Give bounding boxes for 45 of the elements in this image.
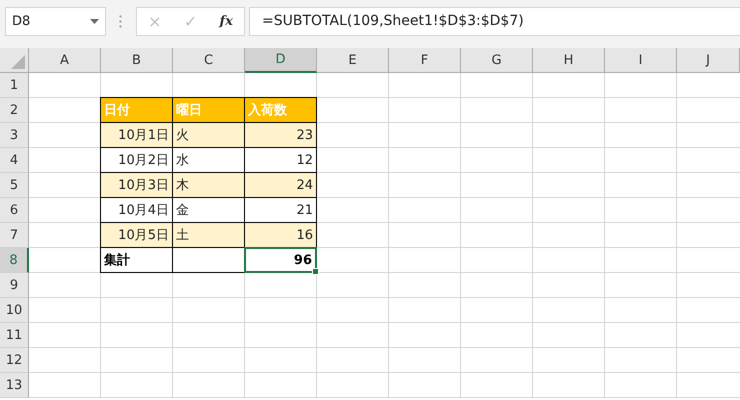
table-cell: 木: [172, 172, 245, 198]
row-header[interactable]: 8: [0, 248, 29, 273]
row-header[interactable]: 12: [0, 348, 29, 373]
column-header[interactable]: G: [461, 48, 533, 73]
column-header[interactable]: I: [605, 48, 677, 73]
row-header[interactable]: 5: [0, 173, 29, 198]
dropdown-caret-icon[interactable]: [90, 18, 99, 24]
column-header[interactable]: C: [173, 48, 245, 73]
row-header[interactable]: 9: [0, 273, 29, 298]
row-header[interactable]: 6: [0, 198, 29, 223]
table-cell: 10月5日: [100, 222, 173, 248]
row-header[interactable]: 4: [0, 148, 29, 173]
row-header[interactable]: 2: [0, 98, 29, 123]
row-header[interactable]: 3: [0, 123, 29, 148]
row-header[interactable]: 1: [0, 73, 29, 98]
table-cell: 土: [172, 222, 245, 248]
column-header[interactable]: F: [389, 48, 461, 73]
column-header[interactable]: D: [245, 48, 317, 73]
table-cell: 集計: [100, 247, 173, 273]
row-header[interactable]: 7: [0, 223, 29, 248]
insert-function-button[interactable]: fx: [216, 14, 236, 28]
table-cell: 10月1日: [100, 122, 173, 148]
column-heading: 入荷数: [244, 97, 317, 123]
row-header[interactable]: 13: [0, 373, 29, 398]
cell-reference: D8: [12, 14, 30, 28]
column-header[interactable]: E: [317, 48, 389, 73]
column-heading: 日付: [100, 97, 173, 123]
column-heading: 曜日: [172, 97, 245, 123]
name-box[interactable]: D8: [5, 6, 106, 36]
column-header[interactable]: H: [533, 48, 605, 73]
drag-handle-icon[interactable]: [119, 14, 122, 28]
formula-input-field[interactable]: =SUBTOTAL(109,Sheet1!$D$3:$D$7): [249, 6, 740, 36]
row-header[interactable]: 11: [0, 323, 29, 348]
column-header[interactable]: J: [677, 48, 740, 73]
table-cell: 16: [244, 222, 317, 248]
corner-triangle-icon: [11, 55, 25, 69]
column-header[interactable]: A: [29, 48, 101, 73]
table-cell: 96: [244, 247, 317, 273]
fill-handle[interactable]: [312, 268, 319, 275]
row-header[interactable]: 10: [0, 298, 29, 323]
table-cell: 24: [244, 172, 317, 198]
table-cell: 10月3日: [100, 172, 173, 198]
table-cell: 火: [172, 122, 245, 148]
table-cell: 23: [244, 122, 317, 148]
column-header[interactable]: B: [101, 48, 173, 73]
